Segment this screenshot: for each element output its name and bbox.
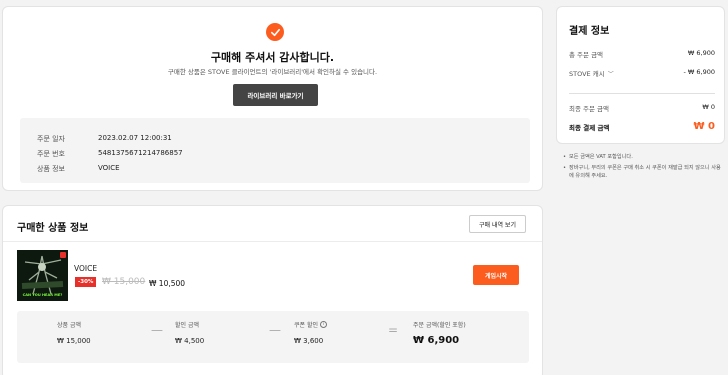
coupon-discount-label: 쿠폰 할인 i xyxy=(294,320,327,329)
product-thumbnail[interactable]: CAN YOU HEAR ME? xyxy=(17,250,68,301)
stove-cash-value: - ₩ 6,900 xyxy=(683,68,715,76)
coupon-discount-value: ₩ 3,600 xyxy=(294,337,324,345)
total-order-value: ₩ 6,900 xyxy=(687,49,715,57)
product-amount-label: 상품 금액 xyxy=(57,322,81,329)
final-order-row: 최종 주문 금액 ₩ 0 xyxy=(569,103,715,113)
final-payment-value: ₩ 0 xyxy=(693,121,715,132)
summary-product-amount: 상품 금액 ₩ 15,000 xyxy=(57,320,91,345)
product-info-row: 상품 정보 VOICE xyxy=(37,164,120,174)
price-summary-box: 상품 금액 ₩ 15,000 — 할인 금액 ₩ 4,500 — 쿠폰 할인 i… xyxy=(17,311,529,363)
order-amount-value: ₩ 6,900 xyxy=(413,335,460,346)
note-item: 장바구니, 무리의 쿠폰은 구매 취소 시 쿠폰이 재발급 되지 않으니 사용에… xyxy=(563,164,723,180)
thank-you-subtitle: 구매한 상품은 STOVE 클라이언트의 '라이브러리'에서 확인하실 수 있습… xyxy=(167,68,378,76)
order-number-value: 5481375671214786857 xyxy=(98,149,183,157)
payment-title: 결제 정보 xyxy=(569,26,610,37)
note-item: 모든 금액은 VAT 포함입니다. xyxy=(563,153,723,161)
discount-badge: -30% xyxy=(75,277,97,287)
final-payment-row: 최종 결제 금액 ₩ 0 xyxy=(569,121,715,132)
total-order-label: 총 주문 금액 xyxy=(569,51,604,59)
purchase-history-button[interactable]: 구매 내역 보기 xyxy=(469,215,526,233)
payment-notes: 모든 금액은 VAT 포함입니다. 장바구니, 무리의 쿠폰은 구매 취소 시 … xyxy=(563,153,723,183)
sale-price: ₩ 10,500 xyxy=(149,279,186,288)
final-payment-label: 최종 결제 금액 xyxy=(569,123,610,132)
order-number-row: 주문 번호 5481375671214786857 xyxy=(37,149,183,159)
thumbnail-title-text: CAN YOU HEAR ME? xyxy=(22,293,63,297)
total-order-row: 총 주문 금액 ₩ 6,900 xyxy=(569,49,715,59)
stove-cash-label[interactable]: STOVE 캐시 ﹀ xyxy=(569,68,614,78)
stove-cash-label-text: STOVE 캐시 xyxy=(569,70,605,78)
coupon-discount-label-text: 쿠폰 할인 xyxy=(294,322,318,329)
check-icon xyxy=(266,23,284,41)
thumbnail-badge xyxy=(60,252,66,258)
order-number-label: 주문 번호 xyxy=(37,150,65,158)
order-date-row: 주문 일자 2023.02.07 12:00:31 xyxy=(37,134,172,144)
purchased-products-card: 구매한 상품 정보 구매 내역 보기 CAN YOU HEAR ME? VOIC… xyxy=(2,205,543,375)
divider xyxy=(569,93,715,94)
order-date-label: 주문 일자 xyxy=(37,135,65,143)
game-start-button[interactable]: 게임시작 xyxy=(473,265,519,285)
products-header: 구매한 상품 정보 xyxy=(17,223,89,234)
order-date-value: 2023.02.07 12:00:31 xyxy=(98,134,172,142)
payment-info-card: 결제 정보 총 주문 금액 ₩ 6,900 STOVE 캐시 ﹀ - ₩ 6,9… xyxy=(556,6,725,144)
library-button[interactable]: 라이브러리 바로가기 xyxy=(233,84,318,106)
chevron-down-icon[interactable]: ﹀ xyxy=(608,69,614,78)
discount-amount-value: ₩ 4,500 xyxy=(175,337,205,345)
original-price: ₩ 15,000 xyxy=(102,277,146,287)
stove-cash-row[interactable]: STOVE 캐시 ﹀ - ₩ 6,900 xyxy=(569,68,715,78)
divider xyxy=(3,241,542,242)
minus-sign: — xyxy=(151,323,163,337)
product-info-value: VOICE xyxy=(98,164,120,172)
equals-sign: = xyxy=(388,323,399,337)
product-name: VOICE xyxy=(74,264,98,273)
summary-coupon-discount: 쿠폰 할인 i ₩ 3,600 xyxy=(294,320,327,345)
order-amount-label: 주문 금액(할인 포함) xyxy=(413,322,466,329)
final-order-value: ₩ 0 xyxy=(702,103,715,111)
minus-sign: — xyxy=(269,323,281,337)
summary-discount-amount: 할인 금액 ₩ 4,500 xyxy=(175,320,204,345)
thank-you-title: 구매해 주셔서 감사합니다. xyxy=(210,51,335,64)
summary-order-amount: 주문 금액(할인 포함) ₩ 6,900 xyxy=(413,320,466,346)
discount-amount-label: 할인 금액 xyxy=(175,322,199,329)
product-info-label: 상품 정보 xyxy=(37,165,65,173)
product-amount-value: ₩ 15,000 xyxy=(57,337,91,345)
final-order-label: 최종 주문 금액 xyxy=(569,105,610,113)
purchase-confirmation-card: 구매해 주셔서 감사합니다. 구매한 상품은 STOVE 클라이언트의 '라이브… xyxy=(2,6,543,191)
info-icon[interactable]: i xyxy=(320,321,327,328)
order-info-box: 주문 일자 2023.02.07 12:00:31 주문 번호 54813756… xyxy=(20,118,530,183)
